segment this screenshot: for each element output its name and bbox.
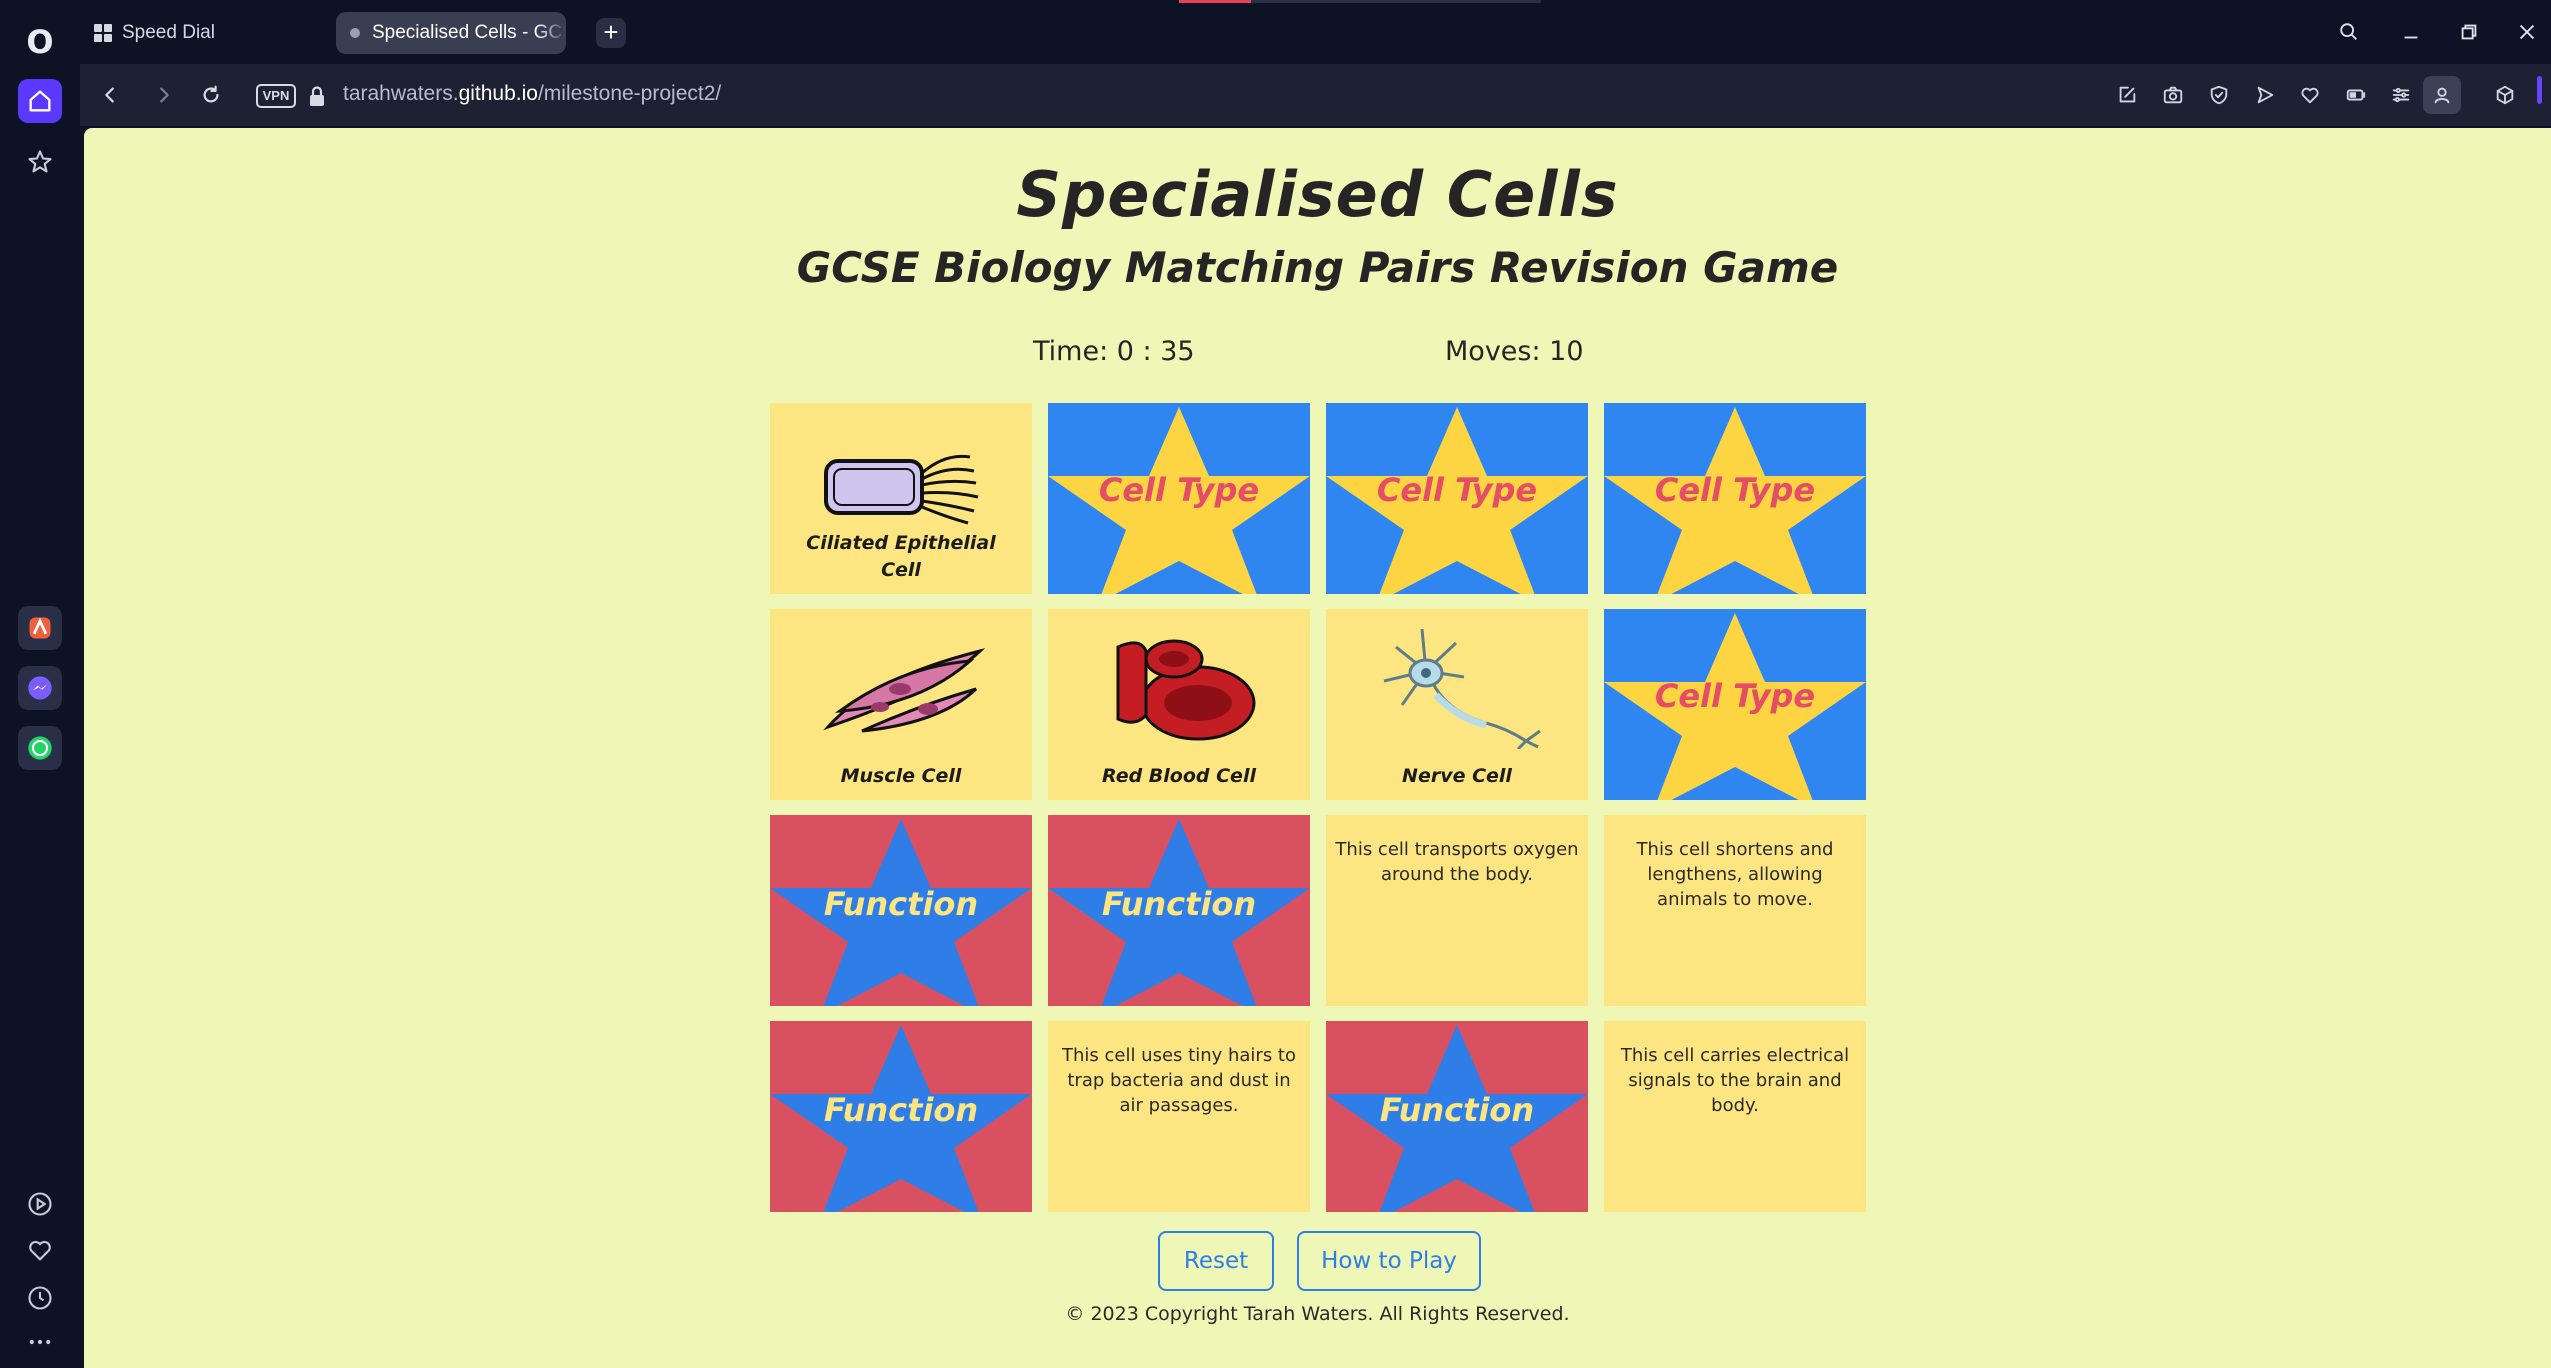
whatsapp-icon[interactable]: [18, 726, 62, 770]
muscle-cell-icon: [823, 648, 986, 733]
aria-app-icon[interactable]: [18, 606, 62, 650]
bookmarks-star-icon[interactable]: [18, 140, 62, 184]
adblock-shield-icon[interactable]: [2204, 80, 2234, 110]
sidebar-accent: [2537, 76, 2542, 104]
reset-button[interactable]: Reset: [1158, 1231, 1274, 1291]
edit-share-icon[interactable]: [2112, 80, 2142, 110]
opera-logo-icon[interactable]: O: [20, 22, 60, 62]
cell-name: Ciliated Epithelial Cell: [806, 532, 996, 581]
favicon-icon: [350, 28, 360, 38]
card-cell-muscle-cell[interactable]: Muscle Cell: [770, 609, 1032, 800]
card-back-function[interactable]: Function: [1326, 1021, 1588, 1212]
vpn-badge[interactable]: VPN: [256, 84, 296, 108]
home-icon[interactable]: [18, 79, 62, 123]
function-description: This cell uses tiny hairs to trap bacter…: [1061, 1045, 1296, 1116]
card-back-label: Cell Type: [1654, 471, 1816, 509]
profile-avatar-icon[interactable]: [2423, 76, 2461, 114]
flow-send-icon[interactable]: [2250, 80, 2280, 110]
timer: Time: 0 : 35: [1033, 336, 1195, 367]
cell-name: Nerve Cell: [1402, 765, 1512, 787]
card-back-function[interactable]: Function: [1048, 815, 1310, 1006]
more-options-icon[interactable]: [18, 1320, 62, 1364]
easy-setup-icon[interactable]: [2386, 80, 2416, 110]
messenger-icon[interactable]: [18, 666, 62, 710]
card-grid: Ciliated Epithelial Cell Cell Type Cell Ty…: [770, 403, 1872, 1212]
tab-label: Speed Dial: [122, 22, 215, 43]
pinboards-heart-icon[interactable]: [18, 1228, 62, 1272]
card-function-text[interactable]: This cell uses tiny hairs to trap bacter…: [1048, 1021, 1310, 1212]
page-viewport: Specialised Cells GCSE Biology Matching …: [84, 128, 2551, 1368]
card-back-label: Cell Type: [1098, 471, 1260, 509]
page-title: Specialised Cells: [1016, 158, 1619, 231]
search-tabs-icon[interactable]: [2329, 14, 2369, 50]
pinboard-heart-icon[interactable]: [2295, 80, 2325, 110]
player-icon[interactable]: [18, 1182, 62, 1226]
back-icon[interactable]: [93, 78, 127, 112]
card-cell-nerve-cell[interactable]: Nerve Cell: [1326, 609, 1588, 800]
card-back-cell-type[interactable]: Cell Type: [1604, 609, 1866, 800]
function-description: This cell transports oxygen around the b…: [1335, 839, 1579, 885]
battery-saver-icon[interactable]: [2341, 80, 2371, 110]
cell-name: Red Blood Cell: [1102, 765, 1256, 787]
card-back-label: Cell Type: [1376, 471, 1538, 509]
how-to-play-button[interactable]: How to Play: [1297, 1231, 1481, 1291]
page-subtitle: GCSE Biology Matching Pairs Revision Gam…: [796, 243, 1839, 292]
reload-icon[interactable]: [194, 78, 228, 112]
function-description: This cell shortens and lengthens, allowi…: [1636, 839, 1834, 910]
tab-speed-dial[interactable]: Speed Dial: [92, 12, 332, 54]
history-clock-icon[interactable]: [18, 1276, 62, 1320]
card-back-label: Function: [823, 1091, 979, 1129]
tab-specialised-cells[interactable]: Specialised Cells - GCSE Bi: [336, 12, 566, 54]
moves-counter: Moves: 10: [1445, 336, 1584, 367]
minimize-icon[interactable]: [2391, 14, 2431, 50]
loading-bar: [1179, 0, 1541, 3]
card-back-label: Function: [1101, 885, 1257, 923]
card-function-text[interactable]: This cell carries electrical signals to …: [1604, 1021, 1866, 1212]
card-back-label: Cell Type: [1654, 677, 1816, 715]
card-back-label: Function: [823, 885, 979, 923]
card-back-label: Function: [1379, 1091, 1535, 1129]
browser-sidebar: O: [0, 0, 80, 1368]
red-blood-cell-icon: [1116, 639, 1256, 741]
speed-dial-icon: [94, 24, 112, 42]
extensions-cube-icon[interactable]: [2490, 80, 2520, 110]
card-back-function[interactable]: Function: [770, 815, 1032, 1006]
ciliated-epithelial-cell-icon: [824, 454, 979, 525]
card-function-text[interactable]: This cell shortens and lengthens, allowi…: [1604, 815, 1866, 1006]
card-back-cell-type[interactable]: Cell Type: [1048, 403, 1310, 594]
url-field[interactable]: tarahwaters.github.io/milestone-project2…: [343, 82, 721, 106]
snapshot-camera-icon[interactable]: [2158, 80, 2188, 110]
footer-copyright: © 2023 Copyright Tarah Waters. All Right…: [1065, 1303, 1570, 1325]
lock-icon[interactable]: [306, 84, 328, 108]
address-toolbar: VPN tarahwaters.github.io/milestone-proj…: [80, 64, 2551, 126]
card-function-text[interactable]: This cell transports oxygen around the b…: [1326, 815, 1588, 1006]
close-icon[interactable]: [2507, 14, 2547, 50]
new-tab-button[interactable]: +: [596, 18, 626, 48]
card-cell-ciliated-epithelial-cell[interactable]: Ciliated Epithelial Cell: [770, 403, 1032, 594]
card-back-cell-type[interactable]: Cell Type: [1326, 403, 1588, 594]
function-description: This cell carries electrical signals to …: [1620, 1045, 1850, 1116]
forward-icon[interactable]: [147, 78, 181, 112]
card-cell-red-blood-cell[interactable]: Red Blood Cell: [1048, 609, 1310, 800]
cell-name: Muscle Cell: [840, 765, 962, 787]
card-back-cell-type[interactable]: Cell Type: [1604, 403, 1866, 594]
tab-strip: Speed Dial Specialised Cells - GCSE Bi +: [80, 0, 2551, 64]
nerve-cell-icon: [1383, 628, 1541, 749]
tab-label: Specialised Cells - GCSE Bi: [372, 22, 566, 43]
restore-icon[interactable]: [2449, 14, 2489, 50]
card-back-function[interactable]: Function: [770, 1021, 1032, 1212]
